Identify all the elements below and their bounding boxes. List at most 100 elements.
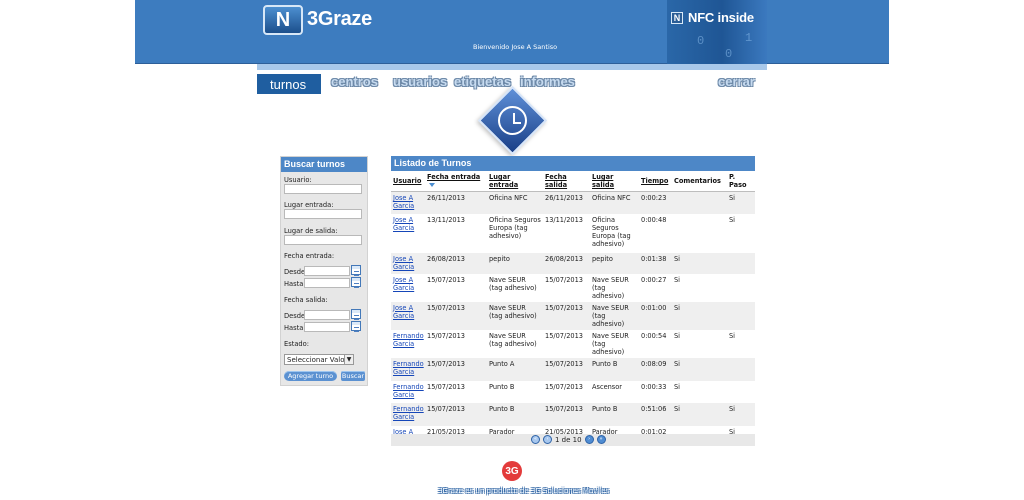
last-page-icon[interactable]: » (596, 435, 606, 444)
table-row: Fernando Garcia 15/07/2013 Punto B 15/07/20… (391, 402, 755, 426)
column-fecha-entrada[interactable]: Fecha entrada (425, 171, 487, 192)
user-link[interactable]: Jose A Garcia (391, 273, 425, 302)
lugar-entrada-cell: Punto A (487, 357, 543, 381)
calendar-icon[interactable] (351, 309, 361, 320)
fecha-entrada-desde-input[interactable] (304, 266, 350, 276)
fecha-entrada-cell: 26/11/2013 (425, 191, 487, 214)
table-row: Jose A Garcia 15/07/2013 Nave SEUR (tag ad… (391, 273, 755, 302)
paso-cell: Si (727, 213, 755, 253)
tiempo-cell: 0:00:33 (639, 380, 672, 403)
top-header: N 3Graze Bienvenido Jose A Santiso N NFC… (135, 0, 889, 64)
sort-arrow-icon (429, 183, 435, 187)
paso-cell: Si (727, 402, 755, 426)
comentarios-cell: Si (672, 380, 727, 403)
nav-informes[interactable]: informes (520, 74, 575, 93)
column-usuario[interactable]: Usuario (391, 171, 425, 192)
fecha-salida-cell: 15/07/2013 (543, 329, 590, 358)
lugar-salida-cell: Nave SEUR (tag adhesivo) (590, 329, 639, 358)
fecha-entrada-cell: 15/07/2013 (425, 402, 487, 426)
tiempo-cell: 0:01:38 (639, 252, 672, 274)
calendar-icon[interactable] (351, 277, 361, 288)
comentarios-cell: Si (672, 273, 727, 302)
tiempo-cell: 0:00:27 (639, 273, 672, 302)
lugar-salida-cell: Ascensor (590, 380, 639, 403)
page-indicator: 1 de 10 (555, 435, 582, 444)
table-row: Jose A Garcia 13/11/2013 Oficina Seguros E… (391, 213, 755, 253)
clock-minute-hand (513, 122, 521, 124)
fecha-entrada-hasta-label: Hasta (284, 280, 304, 288)
nav-etiquetas[interactable]: etiquetas (454, 74, 511, 93)
nav-usuarios[interactable]: usuarios (393, 74, 447, 93)
lugar-entrada-cell: Nave SEUR (tag adhesivo) (487, 273, 543, 302)
user-link[interactable]: Fernando Garcia (391, 329, 425, 358)
estado-select[interactable]: Seleccionar Valor ▼ (284, 354, 354, 365)
fecha-entrada-cell: 15/07/2013 (425, 301, 487, 330)
column-lugar-salida[interactable]: Lugar salida (590, 171, 639, 192)
turnos-table: Usuario Fecha entrada Lugar entrada Fech… (391, 171, 755, 448)
fecha-entrada-cell: 15/07/2013 (425, 357, 487, 381)
fecha-salida-cell: 15/07/2013 (543, 380, 590, 403)
user-link[interactable]: Fernando Garcia (391, 402, 425, 426)
lugar-entrada-cell: Oficina NFC (487, 191, 543, 214)
column-fecha-salida[interactable]: Fecha salida (543, 171, 590, 192)
calendar-icon[interactable] (351, 321, 361, 332)
clock-icon (477, 85, 548, 156)
table-row: Jose A Garcia 26/11/2013 Oficina NFC 26/11/… (391, 191, 755, 214)
fecha-entrada-cell: 15/07/2013 (425, 329, 487, 358)
nav-cerrar[interactable]: cerrar (718, 74, 755, 93)
usuario-input[interactable] (284, 184, 362, 194)
fecha-salida-hasta-input[interactable] (304, 322, 350, 332)
lugar-salida-label: Lugar de salida: (284, 227, 338, 235)
lugar-salida-input[interactable] (284, 235, 362, 245)
nav-turnos[interactable]: turnos (257, 74, 321, 94)
fecha-entrada-hasta-input[interactable] (304, 278, 350, 288)
add-turno-button[interactable]: Agregar turno (284, 371, 337, 381)
lugar-entrada-input[interactable] (284, 209, 362, 219)
column-tiempo[interactable]: Tiempo (639, 171, 672, 192)
column-fecha-entrada-label: Fecha entrada (427, 173, 481, 181)
user-link[interactable]: Fernando Garcia (391, 357, 425, 381)
user-link[interactable]: Jose A Garcia (391, 213, 425, 253)
fecha-entrada-desde-label: Desde (284, 268, 306, 276)
column-lugar-entrada[interactable]: Lugar entrada (487, 171, 543, 192)
lugar-entrada-cell: Nave SEUR (tag adhesivo) (487, 301, 543, 330)
user-link[interactable]: Jose A Garcia (391, 301, 425, 330)
binary-decoration: 1 (745, 31, 753, 45)
fecha-salida-cell: 26/11/2013 (543, 191, 590, 214)
nav-centros[interactable]: centros (331, 74, 378, 93)
lugar-salida-cell: Oficina NFC (590, 191, 639, 214)
nfc-inside-banner: N NFC inside 0 0 1 (667, 0, 767, 64)
calendar-icon[interactable] (351, 265, 361, 276)
paso-cell (727, 252, 755, 274)
tiempo-cell: 0:00:48 (639, 213, 672, 253)
comentarios-cell (672, 191, 727, 214)
comentarios-cell: Si (672, 252, 727, 274)
fecha-salida-cell: 26/08/2013 (543, 252, 590, 274)
previous-page-icon[interactable]: ‹ (543, 435, 552, 444)
turnos-list: Listado de Turnos Usuario Fecha entrada … (391, 156, 755, 448)
estado-label: Estado: (284, 340, 310, 348)
tiempo-cell: 0:00:54 (639, 329, 672, 358)
welcome-message: Bienvenido Jose A Santiso (473, 43, 558, 51)
lugar-salida-cell: Nave SEUR (tag adhesivo) (590, 273, 639, 302)
first-page-icon[interactable]: « (531, 435, 540, 444)
pagination: « ‹ 1 de 10 › » (391, 434, 755, 446)
nfc-small-icon: N (671, 12, 683, 24)
pagination-controls: « ‹ 1 de 10 › » (531, 435, 606, 444)
user-link[interactable]: Jose A Garcia (391, 191, 425, 214)
paso-cell (727, 273, 755, 302)
lugar-entrada-cell: Oficina Seguros Europa (tag adhesivo) (487, 213, 543, 253)
search-button[interactable]: Buscar (341, 371, 365, 381)
3g-logo-icon: 3G (502, 461, 522, 481)
paso-cell (727, 357, 755, 381)
fecha-salida-desde-input[interactable] (304, 310, 350, 320)
fecha-entrada-cell: 13/11/2013 (425, 213, 487, 253)
paso-cell: Si (727, 329, 755, 358)
fecha-entrada-label: Fecha entrada: (284, 252, 335, 260)
next-page-icon[interactable]: › (584, 435, 594, 444)
3g-logo-text: 3G (505, 466, 519, 477)
user-link[interactable]: Fernando Garcia (391, 380, 425, 403)
user-link[interactable]: Jose A Garcia (391, 252, 425, 274)
nfc-logo-icon: N (263, 5, 303, 35)
lugar-salida-cell: pepito (590, 252, 639, 274)
